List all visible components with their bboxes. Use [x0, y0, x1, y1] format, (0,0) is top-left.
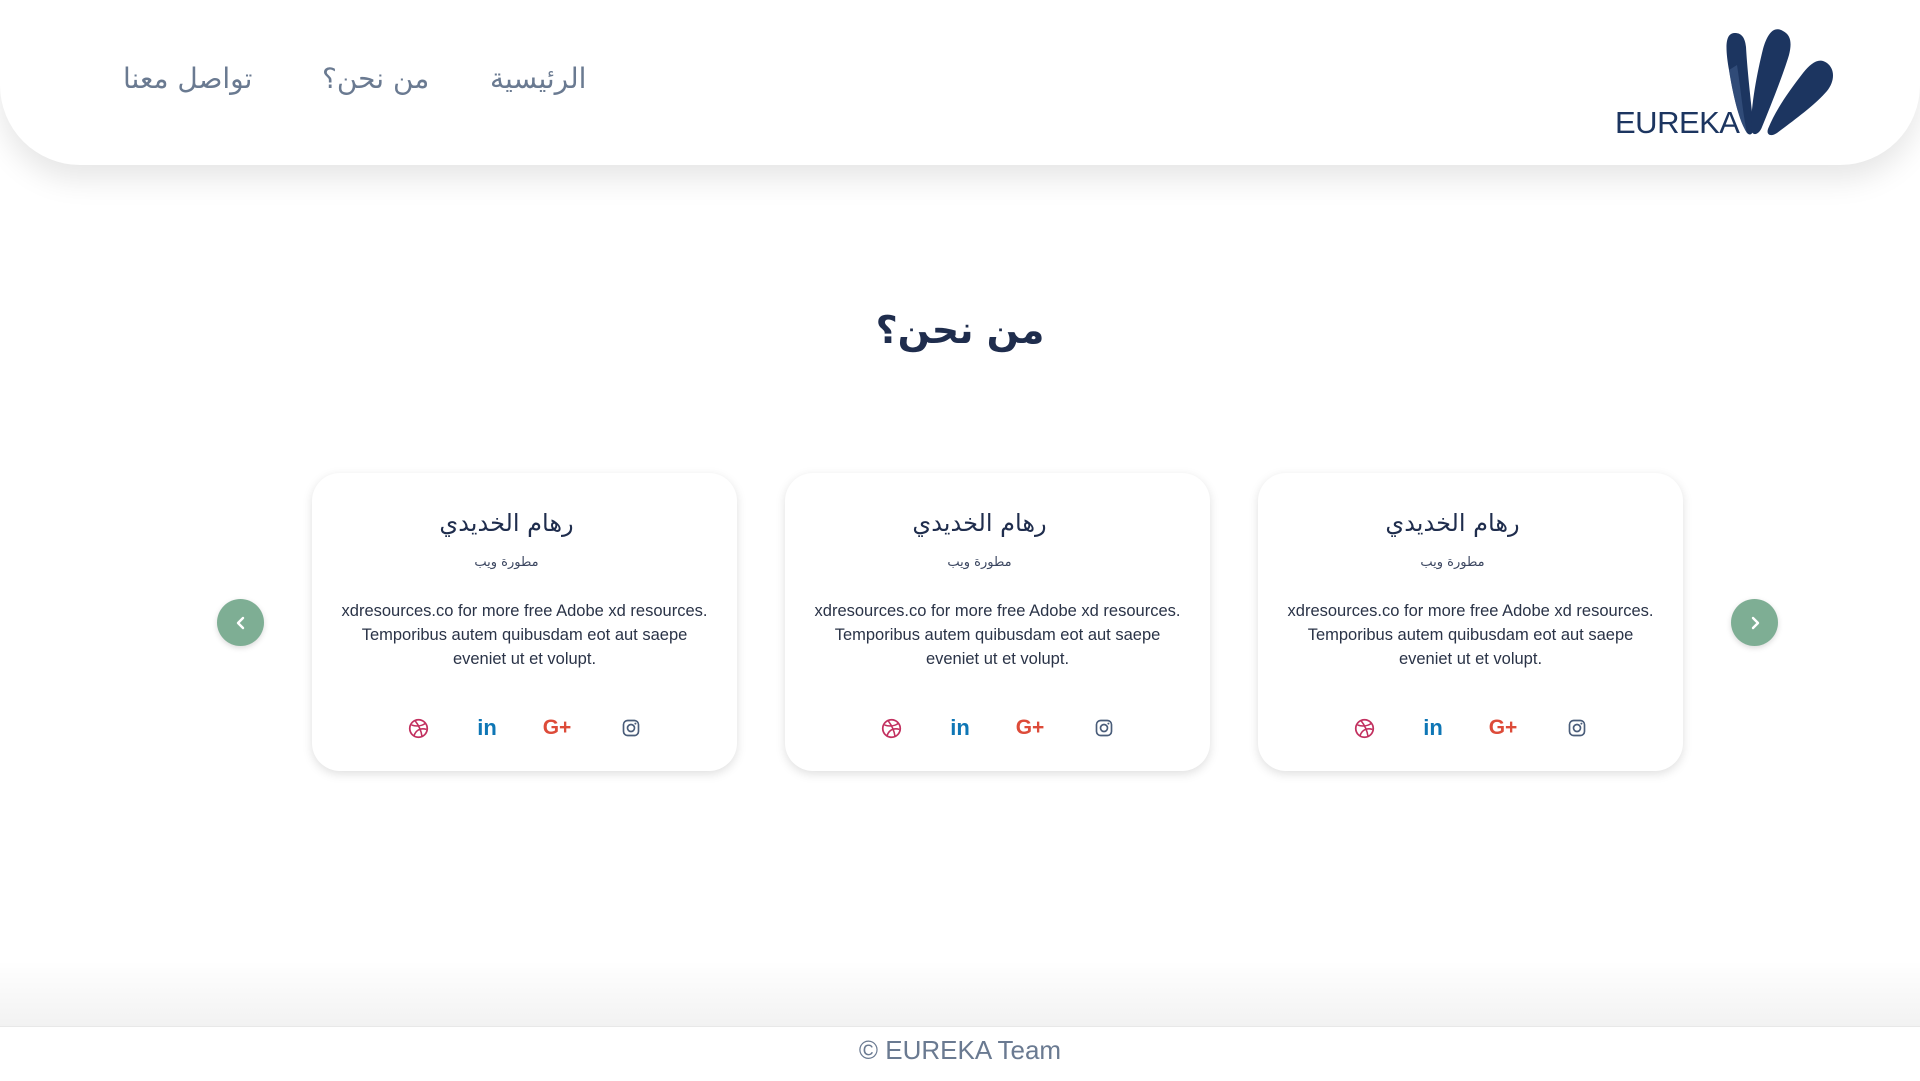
linkedin-link[interactable]: in — [947, 713, 973, 743]
instagram-icon — [1568, 719, 1586, 737]
chevron-right-icon — [1751, 616, 1759, 629]
member-name: رهام الخديدي — [1385, 509, 1520, 537]
carousel-next-button[interactable] — [1731, 599, 1778, 646]
instagram-icon — [1095, 719, 1113, 737]
section-title: من نحن؟ — [875, 308, 1045, 353]
member-description: xdresources.co for more free Adobe xd re… — [1287, 602, 1654, 668]
team-card: رهام الخديدي مطورة ويب xdresources.co fo… — [312, 473, 737, 771]
dribbble-link[interactable] — [879, 713, 903, 743]
dribbble-link[interactable] — [406, 713, 430, 743]
dribbble-icon — [1354, 718, 1374, 738]
team-card: رهام الخديدي مطورة ويب xdresources.co fo… — [1258, 473, 1683, 771]
google-plus-icon: G+ — [542, 716, 572, 739]
nav-about-link[interactable]: من نحن؟ — [322, 62, 429, 95]
instagram-link[interactable] — [1565, 713, 1589, 743]
google-plus-icon: G+ — [1015, 716, 1045, 739]
member-role: مطورة ويب — [947, 555, 1012, 570]
site-footer: © EUREKA Team — [0, 1026, 1920, 1081]
google-plus-icon: G+ — [1488, 716, 1518, 739]
google-plus-link[interactable]: G+ — [1486, 713, 1520, 743]
nav-contact-link[interactable]: تواصل معنا — [123, 62, 252, 95]
linkedin-link[interactable]: in — [474, 713, 500, 743]
eureka-logo[interactable]: EUREKA — [1615, 25, 1850, 140]
member-role: مطورة ويب — [1420, 555, 1485, 570]
nav-home-link[interactable]: الرئيسية — [490, 62, 586, 95]
member-description: xdresources.co for more free Adobe xd re… — [814, 602, 1181, 668]
dribbble-icon — [408, 718, 428, 738]
member-description: xdresources.co for more free Adobe xd re… — [341, 602, 708, 668]
dribbble-icon — [881, 718, 901, 738]
dribbble-link[interactable] — [1352, 713, 1376, 743]
linkedin-link[interactable]: in — [1420, 713, 1446, 743]
instagram-link[interactable] — [1092, 713, 1116, 743]
chevron-left-icon — [236, 616, 244, 629]
logo-petals-icon — [1726, 29, 1833, 136]
google-plus-link[interactable]: G+ — [1013, 713, 1047, 743]
instagram-link[interactable] — [619, 713, 643, 743]
linkedin-icon: in — [1423, 715, 1443, 740]
instagram-icon — [622, 719, 640, 737]
footer-copyright: © EUREKA Team — [858, 1035, 1062, 1065]
team-card: رهام الخديدي مطورة ويب xdresources.co fo… — [785, 473, 1210, 771]
linkedin-icon: in — [950, 715, 970, 740]
member-name: رهام الخديدي — [439, 509, 574, 537]
footer-shadow — [0, 960, 1920, 1026]
linkedin-icon: in — [477, 715, 497, 740]
member-name: رهام الخديدي — [912, 509, 1047, 537]
site-header: الرئيسية من نحن؟ تواصل معنا EUREKA — [0, 0, 1920, 165]
carousel-prev-button[interactable] — [217, 599, 264, 646]
member-role: مطورة ويب — [474, 555, 539, 570]
google-plus-link[interactable]: G+ — [540, 713, 574, 743]
